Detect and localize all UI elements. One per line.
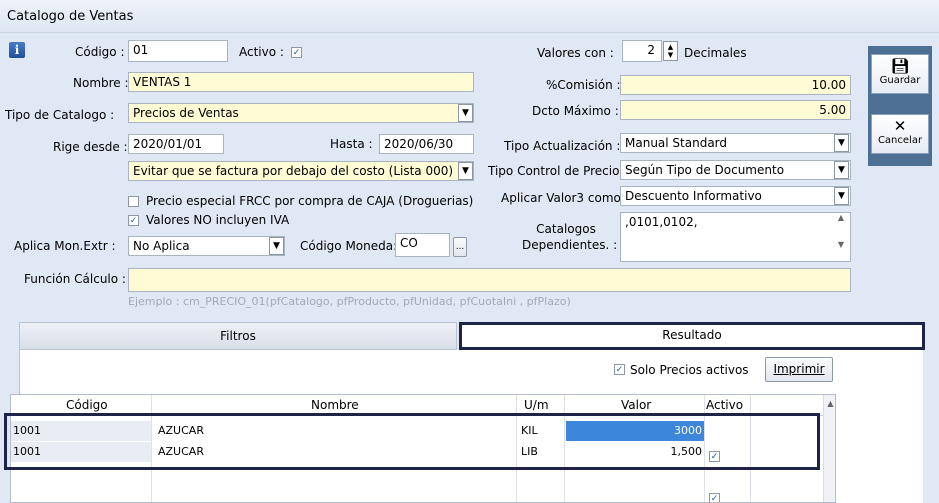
comision-field[interactable]: 10.00 (620, 75, 851, 95)
solo-precios-label: Solo Precios activos (630, 363, 749, 377)
chevron-down-icon[interactable]: ▼ (458, 104, 473, 122)
close-icon: ✕ (893, 117, 907, 135)
decimales-spinner[interactable]: ▲ ▼ (663, 41, 678, 61)
rows-highlight (4, 413, 820, 470)
codigo-moneda-label: Código Moneda: (300, 239, 398, 253)
col-nombre[interactable]: Nombre (311, 398, 359, 412)
catalogos-label: Catalogos (536, 222, 596, 236)
catalogos-dependientes-field[interactable]: ,0101,0102, (620, 212, 851, 262)
info-icon[interactable]: i (9, 42, 25, 58)
funcion-example: Ejemplo : cm_PRECIO_01(pfCatalogo, pfPro… (128, 295, 571, 308)
tipo-control-select[interactable]: Según Tipo de Documento (620, 160, 851, 180)
catalogo-window: Catalogo de Ventas i Código : 01 Activo … (0, 0, 939, 503)
aplica-select[interactable]: No Aplica (128, 236, 285, 256)
col-codigo[interactable]: Código (66, 398, 108, 412)
nombre-field[interactable]: VENTAS 1 (128, 72, 474, 92)
title-bar: Catalogo de Ventas (0, 0, 939, 33)
tab-filtros[interactable]: Filtros (19, 322, 457, 350)
chevron-up-icon[interactable]: ▲ (824, 399, 835, 408)
codigo-field[interactable]: 01 (128, 40, 228, 62)
dcto-field[interactable]: 5.00 (620, 100, 851, 120)
guardar-button[interactable]: 💾︎ Guardar (871, 54, 929, 94)
dependientes-label: Dependientes. : (522, 238, 618, 252)
aplica-label: Aplica Mon.Extr : (14, 239, 116, 253)
decimales-label: Decimales (684, 46, 747, 60)
comision-label: %Comisión : (546, 78, 621, 92)
guardar-label: Guardar (879, 75, 921, 86)
chevron-down-icon[interactable]: ▼ (834, 161, 849, 179)
tipo-catalogo-label: Tipo de Catalogo : (5, 108, 115, 122)
factura-select[interactable]: Evitar que se factura por debajo del cos… (128, 161, 474, 181)
chevron-down-icon[interactable]: ▼ (269, 237, 284, 255)
codigo-moneda-field[interactable]: CO (395, 233, 450, 257)
cancelar-button[interactable]: ✕ Cancelar (871, 114, 929, 154)
chevron-down-icon[interactable]: ▼ (458, 162, 473, 180)
window-title: Catalogo de Ventas (7, 9, 134, 24)
precio-especial-label: Precio especial FRCC por compra de CAJA … (146, 194, 474, 208)
solo-precios-checkbox[interactable]: ✓ (614, 364, 625, 375)
nombre-label: Nombre : (73, 76, 129, 90)
tipo-actualizacion-select[interactable]: Manual Standard (620, 133, 851, 153)
col-valor[interactable]: Valor (621, 398, 651, 412)
valores-con-label: Valores con : (537, 46, 614, 60)
funcion-field[interactable] (128, 268, 851, 292)
chevron-down-icon[interactable]: ▼ (834, 134, 849, 152)
activo-label: Activo : (239, 45, 284, 59)
dcto-label: Dcto Máximo : (532, 104, 619, 118)
hasta-label: Hasta : (330, 137, 373, 151)
chevron-down-icon[interactable]: ▼ (834, 187, 849, 205)
valores-iva-label: Valores NO incluyen IVA (146, 213, 290, 227)
tipo-control-label: Tipo Control de Precio : (488, 164, 628, 178)
moneda-lookup-button[interactable]: ... (453, 237, 467, 257)
hasta-field[interactable]: 2020/06/30 (379, 134, 474, 154)
catalogos-scrollbar[interactable]: ▲ ▼ (833, 213, 849, 261)
col-um[interactable]: U/m (524, 398, 549, 412)
aplicar-select[interactable]: Descuento Informativo (620, 186, 851, 206)
decimales-field[interactable]: 2 (622, 40, 662, 62)
activo-row-checkbox[interactable]: ✓ (709, 493, 720, 502)
imprimir-button[interactable]: Imprimir (765, 357, 833, 382)
precio-especial-checkbox[interactable] (128, 196, 139, 207)
cancelar-label: Cancelar (877, 135, 923, 146)
codigo-label: Código : (75, 45, 125, 59)
tab-resultado[interactable]: Resultado (459, 322, 925, 350)
tipo-actualizacion-label: Tipo Actualización : (504, 139, 621, 153)
floppy-disk-icon: 💾︎ (890, 57, 910, 75)
tabs-bar: Filtros Resultado (19, 322, 925, 350)
rige-label: Rige desde : (53, 140, 128, 154)
tipo-catalogo-select[interactable]: Precios de Ventas (128, 103, 474, 123)
side-panel: 💾︎ Guardar ✕ Cancelar (868, 46, 932, 166)
valores-iva-checkbox[interactable]: ✓ (128, 215, 139, 226)
activo-checkbox[interactable]: ✓ (291, 47, 302, 58)
col-activo[interactable]: Activo (706, 398, 743, 412)
rige-field[interactable]: 2020/01/01 (128, 134, 224, 154)
grid-scrollbar[interactable]: ▲ (823, 395, 835, 502)
funcion-label: Función Cálculo : (24, 272, 126, 286)
aplicar-label: Aplicar Valor3 como : (501, 191, 629, 205)
